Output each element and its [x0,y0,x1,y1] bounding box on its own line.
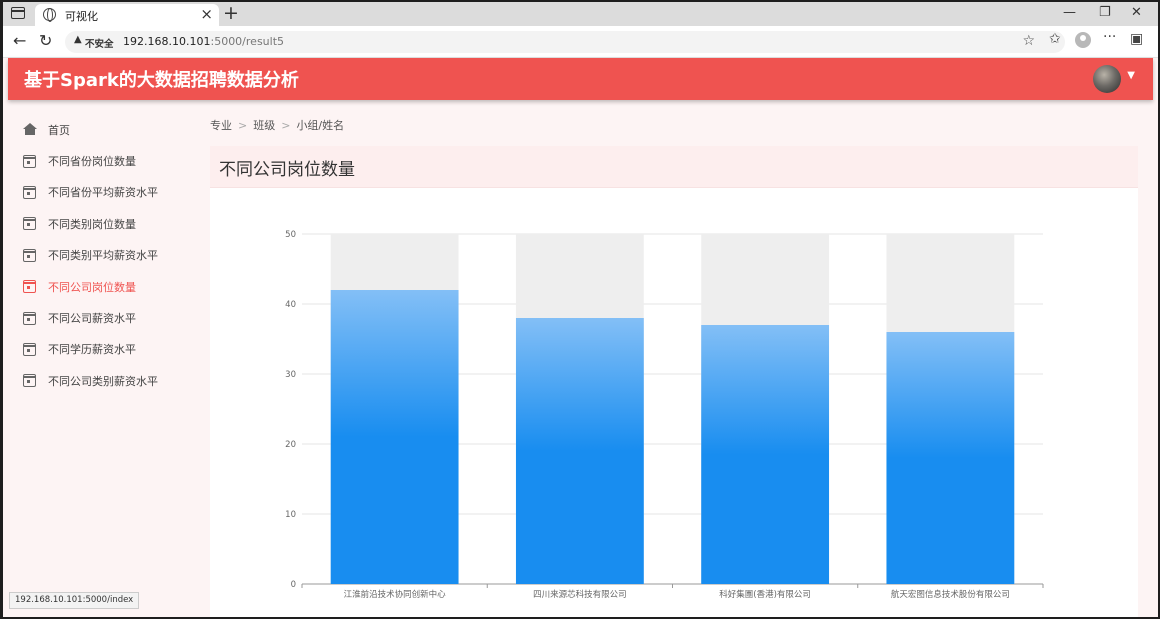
breadcrumb-separator: > [238,119,248,132]
url-text[interactable]: 192.168.10.101:5000/result5 [123,35,284,48]
card-title: 不同公司岗位数量 [219,160,355,180]
browser-tab[interactable]: 可视化 × [35,4,219,26]
favorites-icon[interactable]: ✩ [1049,31,1061,47]
profile-icon[interactable] [1075,32,1091,48]
sidebar-item[interactable]: 不同公司薪资水平 [3,302,203,333]
sidebar-item[interactable]: 不同省份平均薪资水平 [3,177,203,208]
calendar-icon [23,311,36,325]
breadcrumb-major[interactable]: 专业 [210,119,232,132]
reload-icon[interactable]: ↻ [39,32,52,50]
tab-title: 可视化 [65,10,98,23]
sidebar-item-label: 不同省份平均薪资水平 [48,186,158,200]
app-title: 基于Spark的大数据招聘数据分析 [24,70,299,91]
sidebar-item[interactable]: 不同类别岗位数量 [3,208,203,239]
y-tick-label: 20 [285,440,296,450]
sidebar-item[interactable]: 不同省份岗位数量 [3,145,203,176]
y-tick-label: 40 [285,300,296,310]
home-icon [23,123,37,136]
address-toolbar: ← ↻ ▲ 不安全 192.168.10.101:5000/result5 ☆ … [3,26,1158,58]
more-menu-icon[interactable]: ··· [1103,29,1116,45]
x-tick-label: 四川来源芯科技有限公司 [533,589,627,600]
y-tick-label: 30 [285,370,296,380]
sidebar-item-label: 不同省份岗位数量 [48,155,136,169]
back-icon[interactable]: ← [13,32,26,50]
bar [330,290,459,584]
sidebar-item-label: 不同公司薪资水平 [48,312,136,326]
chart-card: 不同公司岗位数量 0 10 20 30 40 50 江淮前沿技术协同创新中心 四川来源芯科技有… [210,146,1138,617]
sidebar-item[interactable]: 首页 [3,114,203,145]
user-avatar[interactable] [1093,65,1121,93]
x-tick-label: 科好集團(香港)有限公司 [719,589,811,600]
card-header: 不同公司岗位数量 [210,146,1138,188]
bar [515,318,644,584]
sidebar-item[interactable]: 不同公司类别薪资水平 [3,365,203,396]
calendar-icon [23,217,36,231]
close-tab-icon[interactable]: × [200,5,213,23]
calendar-icon [23,248,36,262]
bar-chart: 0 10 20 30 40 50 江淮前沿技术协同创新中心 四川来源芯科技有限公司 科好集團(香… [285,230,1044,600]
calendar-icon [23,280,36,294]
breadcrumb: 专业 > 班级 > 小组/姓名 [210,117,344,133]
tab-actions-icon[interactable] [11,7,25,19]
url-path: :5000/result5 [210,35,285,48]
sidebar-item[interactable]: 不同学历薪资水平 [3,334,203,365]
x-tick-label: 航天宏图信息技术股份有限公司 [891,589,1010,600]
calendar-icon [23,154,36,168]
caret-down-icon[interactable]: ▼ [1127,70,1135,81]
sidebar-item[interactable]: 不同公司岗位数量 [3,271,203,302]
address-bar[interactable]: ▲ 不安全 192.168.10.101:5000/result5 ☆ [65,31,1065,53]
sidebar-nav: 首页不同省份岗位数量不同省份平均薪资水平 不同类别岗位数量不同类别平均薪资水平 不同… [3,114,203,397]
x-tick-label: 江淮前沿技术协同创新中心 [344,589,447,600]
app-page: 基于Spark的大数据招聘数据分析 ▼ 首页不同省份岗位数量不同省份平均薪资水平… [3,58,1158,617]
app-header: 基于Spark的大数据招聘数据分析 ▼ [8,58,1153,100]
y-tick-label: 50 [285,230,296,240]
calendar-icon [23,374,36,388]
tab-strip: 可视化 × + — ❐ ✕ [3,2,1158,26]
minimize-icon[interactable]: — [1063,5,1076,20]
restore-icon[interactable]: ❐ [1099,5,1111,20]
new-tab-icon[interactable]: + [223,2,239,24]
security-label[interactable]: 不安全 [85,36,114,50]
status-url: 192.168.10.101:5000/index [9,592,140,609]
bar [886,332,1015,584]
close-window-icon[interactable]: ✕ [1131,5,1142,20]
sidebar-item-label: 不同公司类别薪资水平 [48,374,158,388]
browser-window: 可视化 × + — ❐ ✕ ← ↻ ▲ 不安全 192.168.10.101:5… [3,2,1158,617]
globe-icon [43,8,56,22]
sidebar-item[interactable]: 不同类别平均薪资水平 [3,240,203,271]
calendar-icon [23,185,36,199]
sidebar-item-label: 不同类别岗位数量 [48,217,136,231]
favorite-star-icon[interactable]: ☆ [1022,33,1035,49]
sidebar-item-label: 不同类别平均薪资水平 [48,249,158,263]
sidebar-item-label: 首页 [48,123,70,137]
sidebar-toggle-icon[interactable]: ▣ [1130,31,1143,47]
sidebar-item-label: 不同公司岗位数量 [48,280,136,294]
url-host: 192.168.10.101 [123,35,211,48]
breadcrumb-separator: > [281,119,291,132]
calendar-icon [23,342,36,356]
y-tick-label: 0 [291,580,296,590]
y-tick-label: 10 [285,510,296,520]
bar [701,325,830,584]
breadcrumb-group[interactable]: 小组/姓名 [296,119,344,132]
sidebar-item-label: 不同学历薪资水平 [48,343,136,357]
breadcrumb-class[interactable]: 班级 [253,119,275,132]
warning-icon: ▲ [74,34,82,45]
